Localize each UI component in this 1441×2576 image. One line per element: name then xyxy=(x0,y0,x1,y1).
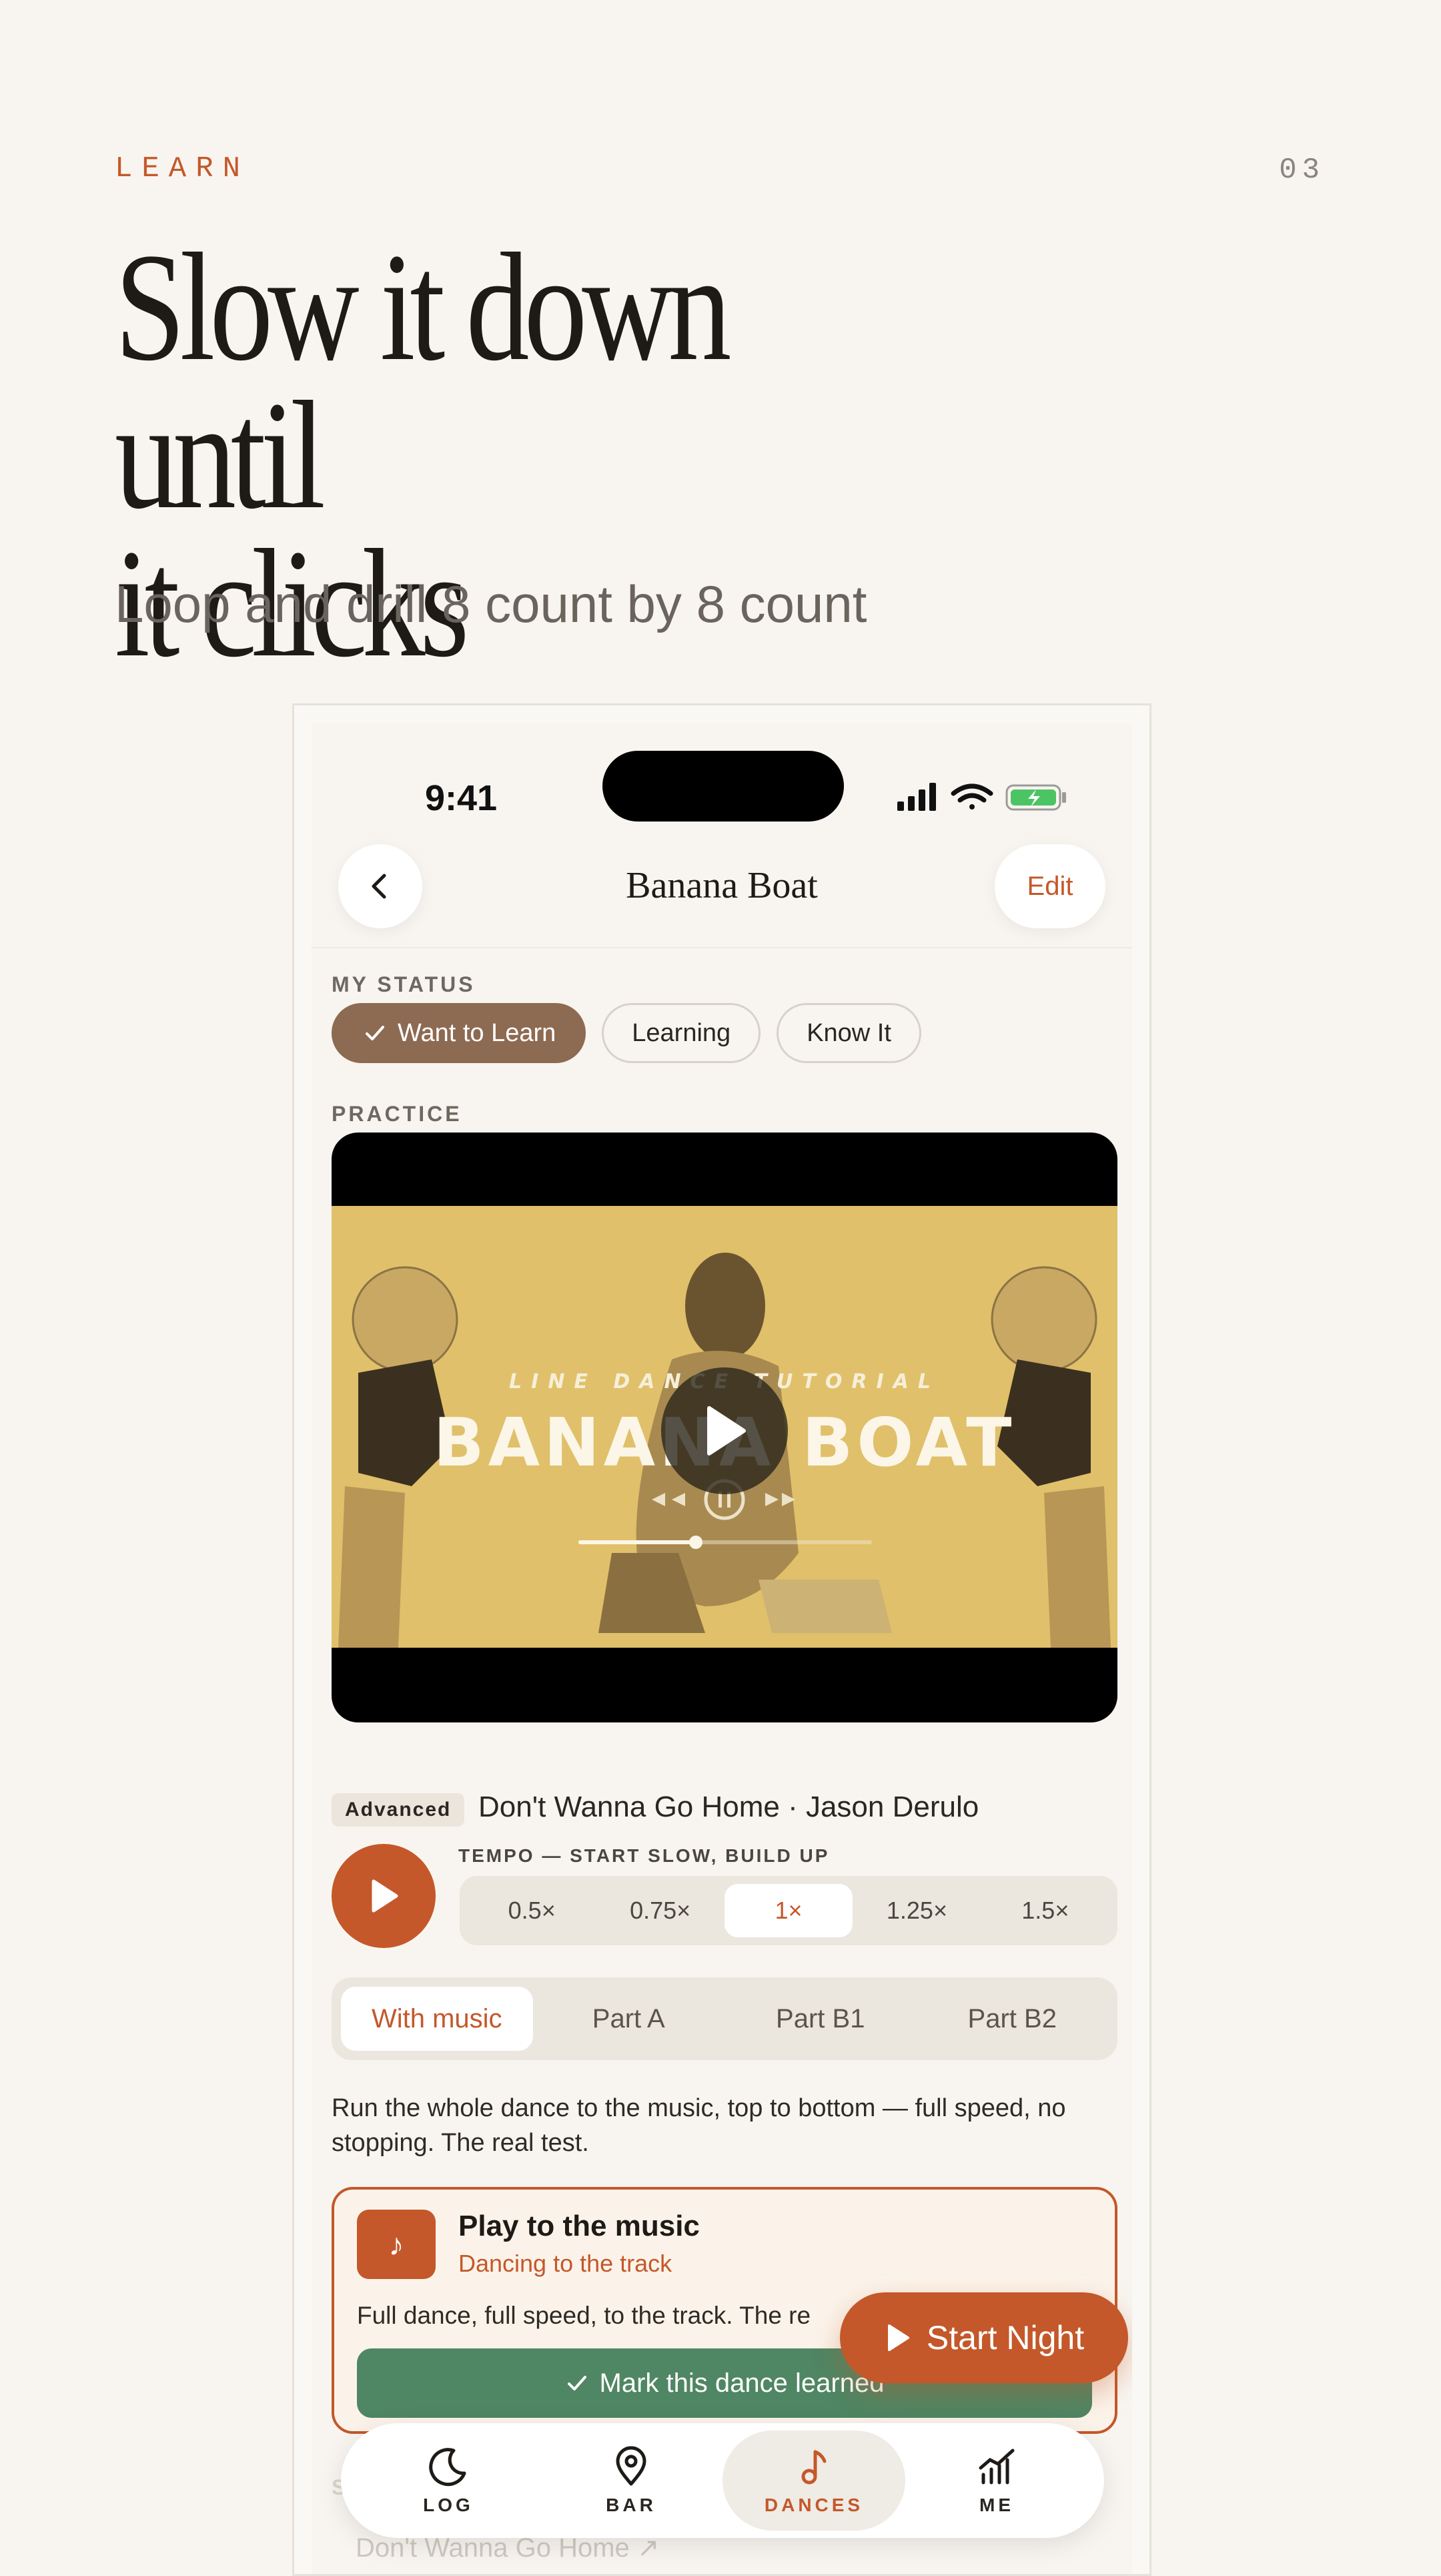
stats-chart-icon xyxy=(979,2449,1015,2485)
tab-bar: LOG BAR DANCES ME xyxy=(341,2423,1104,2538)
status-chips: Want to Learn Learning Know It xyxy=(332,1003,921,1063)
moon-icon xyxy=(429,2448,466,2487)
part-tab-part-a[interactable]: Part A xyxy=(533,1987,725,2051)
headline-line-1: Slow it down until xyxy=(115,222,732,541)
tab-label: ME xyxy=(979,2495,1014,2515)
video-progress-fill xyxy=(578,1540,696,1544)
play-music-button[interactable] xyxy=(332,1844,436,1948)
checkmark-icon xyxy=(567,2376,586,2390)
tempo-option-1-25x[interactable]: 1.25× xyxy=(853,1884,981,1937)
song-info: Don't Wanna Go Home · Jason Derulo xyxy=(478,1791,979,1823)
wifi-icon xyxy=(951,783,993,810)
phone-screen: 9:41 Banana Boat Edit MY STATUS Want to … xyxy=(312,723,1132,2574)
video-play-button[interactable] xyxy=(661,1367,788,1494)
tempo-option-0-75x[interactable]: 0.75× xyxy=(596,1884,724,1937)
tempo-label: TEMPO — START SLOW, BUILD UP xyxy=(458,1845,830,1866)
checkmark-icon xyxy=(366,1026,384,1040)
tab-label: BAR xyxy=(606,2495,656,2515)
status-chip-label: Want to Learn xyxy=(398,1018,556,1047)
level-badge: Advanced xyxy=(332,1793,465,1827)
tempo-option-0-5x[interactable]: 0.5× xyxy=(468,1884,596,1937)
tempo-option-1-5x[interactable]: 1.5× xyxy=(981,1884,1109,1937)
status-time: 9:41 xyxy=(425,778,498,818)
part-tab-with-music[interactable]: With music xyxy=(341,1987,533,2051)
tab-me[interactable]: ME xyxy=(905,2431,1088,2531)
status-chip-know-it[interactable]: Know It xyxy=(777,1003,921,1063)
tab-label: LOG xyxy=(423,2495,474,2515)
music-note-icon: ♪ xyxy=(357,2210,436,2279)
part-tab-part-b2[interactable]: Part B2 xyxy=(917,1987,1109,2051)
practice-label: PRACTICE xyxy=(332,1102,462,1126)
tempo-option-1x[interactable]: 1× xyxy=(724,1884,853,1937)
location-pin-icon xyxy=(616,2446,646,2486)
start-night-label: Start Night xyxy=(926,2319,1085,2356)
edit-button[interactable]: Edit xyxy=(995,844,1105,928)
play-icon xyxy=(707,1406,746,1456)
part-description: Run the whole dance to the music, top to… xyxy=(332,2094,1066,2157)
card-title: Play to the music xyxy=(458,2210,700,2242)
music-note-icon xyxy=(801,2450,827,2485)
phone-frame: 9:41 Banana Boat Edit MY STATUS Want to … xyxy=(292,703,1151,2576)
battery-icon xyxy=(1005,784,1066,811)
part-tab-part-b1[interactable]: Part B1 xyxy=(725,1987,917,2051)
play-icon xyxy=(372,1879,398,1913)
tab-log[interactable]: LOG xyxy=(357,2431,540,2531)
status-chip-label: Learning xyxy=(632,1018,731,1047)
subheadline: Loop and drill 8 count by 8 count xyxy=(115,575,867,633)
video-progress-knob[interactable] xyxy=(689,1536,702,1549)
tab-bar-location[interactable]: BAR xyxy=(540,2431,723,2531)
part-selector: With music Part A Part B1 Part B2 xyxy=(332,1977,1117,2060)
page-number: 03 xyxy=(1279,153,1325,187)
nav-divider xyxy=(312,947,1132,948)
status-icons xyxy=(897,783,1066,811)
video-player[interactable]: LINE DANCE TUTORIAL BANANA BOAT xyxy=(332,1133,1117,1722)
eyebrow-label: LEARN xyxy=(115,152,250,186)
mark-learned-label: Mark this dance learned xyxy=(599,2368,885,2398)
card-text: Full dance, full speed, to the track. Th… xyxy=(357,2302,811,2329)
dynamic-island xyxy=(602,751,844,822)
play-icon xyxy=(887,2324,909,2351)
card-subtitle: Dancing to the track xyxy=(458,2250,672,2277)
status-chip-want-to-learn[interactable]: Want to Learn xyxy=(332,1003,586,1063)
start-night-button[interactable]: Start Night xyxy=(840,2292,1128,2383)
tempo-selector: 0.5× 0.75× 1× 1.25× 1.5× xyxy=(460,1876,1117,1945)
status-chip-learning[interactable]: Learning xyxy=(602,1003,761,1063)
my-status-label: MY STATUS xyxy=(332,972,476,996)
signal-icon xyxy=(897,783,936,811)
tab-label: DANCES xyxy=(764,2495,864,2515)
status-chip-label: Know It xyxy=(807,1018,891,1047)
tab-dances[interactable]: DANCES xyxy=(723,2431,905,2531)
